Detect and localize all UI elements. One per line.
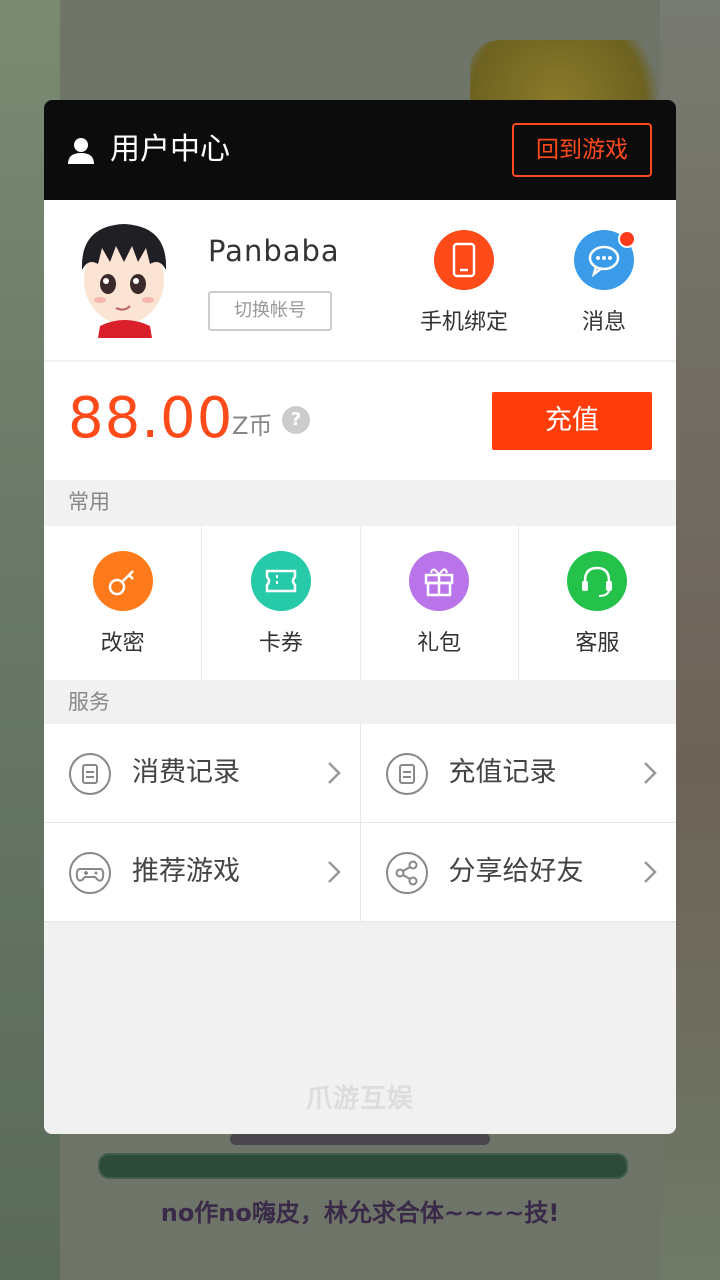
bind-phone-button[interactable]: 手机绑定 <box>404 230 524 336</box>
dialog-title: 用户中心 <box>110 132 230 167</box>
recharge-history-label: 充值记录 <box>448 757 557 788</box>
avatar[interactable] <box>72 218 176 338</box>
change-password-button[interactable]: 改密 <box>44 526 203 680</box>
bind-phone-label: 手机绑定 <box>419 310 508 335</box>
gift-icon <box>409 551 470 611</box>
chevron-right-icon <box>644 861 657 883</box>
chevron-right-icon <box>327 861 341 883</box>
chevron-right-icon <box>644 762 657 784</box>
services-row: 消费记录 充值记录 <box>44 724 676 823</box>
services-section-label: 服务 <box>68 690 110 714</box>
back-to-game-button[interactable]: 回到游戏 <box>512 123 652 177</box>
balance-unit: Z币 <box>232 412 273 440</box>
background-title-text <box>230 1133 490 1145</box>
coupons-button[interactable]: 卡券 <box>202 526 361 680</box>
clipboard-icon <box>69 753 111 795</box>
background-progress-bar <box>98 1153 628 1179</box>
key-icon <box>92 551 153 611</box>
coupons-label: 卡券 <box>258 631 303 656</box>
gamepad-icon <box>69 852 111 894</box>
user-center-dialog: 用户中心 回到游戏 Panbaba 切换帐号 手机绑定 消息 88.00 Z币 … <box>44 100 676 1134</box>
services-list: 消费记录 充值记录 推荐游戏 分享给好友 <box>44 724 676 922</box>
profile-section: Panbaba 切换帐号 手机绑定 消息 <box>44 200 676 360</box>
username: Panbaba <box>208 234 340 268</box>
phone-icon <box>434 230 494 290</box>
balance-amount: 88.00 <box>68 386 234 451</box>
change-password-label: 改密 <box>100 631 145 656</box>
messages-label: 消息 <box>581 310 626 335</box>
brand-logo: 爪游互娱 <box>305 1084 414 1114</box>
gift-pack-label: 礼包 <box>417 631 462 656</box>
share-with-friends-button[interactable]: 分享给好友 <box>361 823 677 921</box>
share-icon <box>385 852 428 894</box>
common-grid: 改密 卡券 礼包 客服 <box>44 526 676 680</box>
ticket-icon <box>250 551 311 611</box>
customer-service-label: 客服 <box>575 631 620 656</box>
share-with-friends-label: 分享给好友 <box>448 856 584 887</box>
clipboard-icon <box>385 753 428 795</box>
purchase-history-label: 消费记录 <box>132 757 240 788</box>
headset-icon <box>567 551 628 611</box>
unread-badge <box>618 230 636 248</box>
chevron-right-icon <box>327 762 341 784</box>
services-row: 推荐游戏 分享给好友 <box>44 823 676 922</box>
gift-pack-button[interactable]: 礼包 <box>361 526 519 680</box>
help-icon[interactable]: ? <box>282 406 310 434</box>
background-caption: no作no嗨皮，林允求合体~~~~技! <box>160 1199 560 1227</box>
chat-icon <box>574 230 636 290</box>
recommended-games-label: 推荐游戏 <box>132 856 240 887</box>
common-section-label: 常用 <box>68 490 110 514</box>
customer-service-button[interactable]: 客服 <box>519 526 676 680</box>
recharge-history-button[interactable]: 充值记录 <box>361 724 677 822</box>
dialog-header: 用户中心 回到游戏 <box>44 100 676 200</box>
user-icon <box>68 138 94 164</box>
recharge-button[interactable]: 充值 <box>492 392 652 450</box>
recommended-games-button[interactable]: 推荐游戏 <box>44 823 361 921</box>
messages-button[interactable]: 消息 <box>544 230 664 336</box>
switch-account-button[interactable]: 切换帐号 <box>208 291 332 331</box>
balance-section: 88.00 Z币 ? 充值 <box>44 362 676 480</box>
purchase-history-button[interactable]: 消费记录 <box>44 724 361 822</box>
